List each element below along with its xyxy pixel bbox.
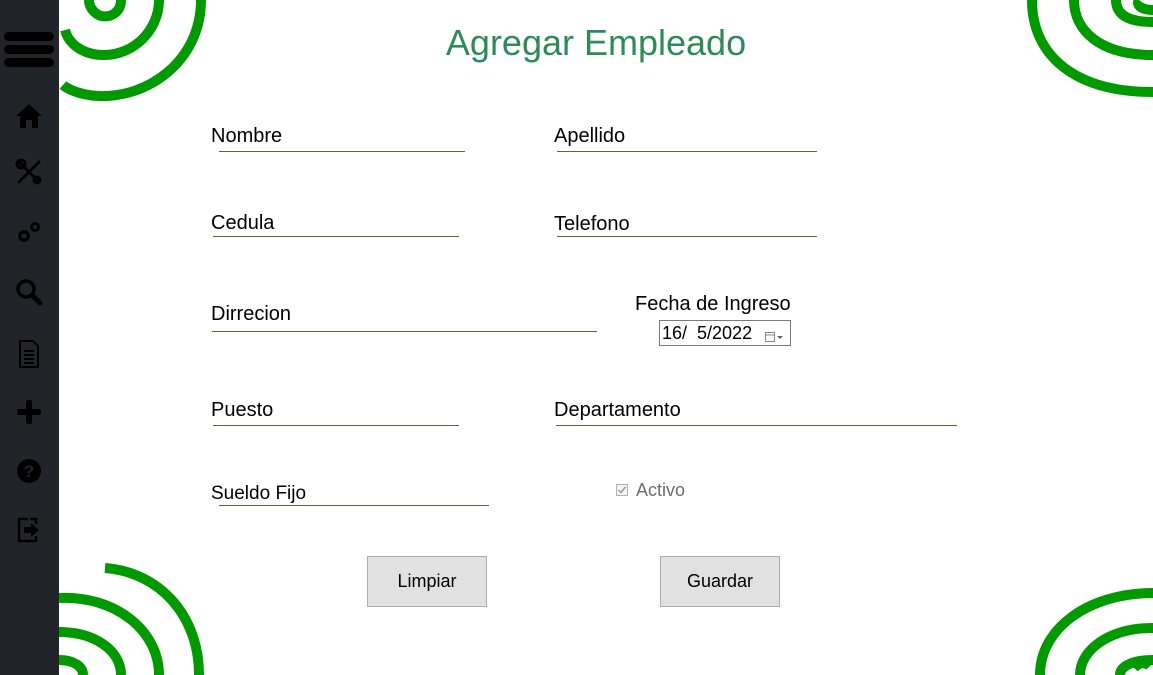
help-icon[interactable]: ? <box>10 453 48 489</box>
direccion-input[interactable] <box>212 331 597 332</box>
activo-checkbox[interactable] <box>616 484 628 496</box>
spiral-decoration-top-right <box>1027 0 1153 97</box>
departamento-label: Departamento <box>554 399 681 421</box>
nombre-input[interactable] <box>219 151 465 152</box>
apellido-label: Apellido <box>554 125 626 147</box>
spiral-decoration-top-left <box>59 0 206 102</box>
direccion-label: Dirrecion <box>211 303 292 325</box>
fecha-ingreso-value: 16/ 5/2022 <box>662 322 753 343</box>
departamento-input[interactable] <box>556 425 957 426</box>
cedula-label: Cedula <box>211 212 275 234</box>
puesto-input[interactable] <box>213 425 459 426</box>
telefono-input[interactable] <box>557 236 817 237</box>
gears-icon[interactable] <box>10 214 48 250</box>
guardar-button[interactable]: Guardar <box>660 556 780 607</box>
logout-icon[interactable] <box>10 512 48 548</box>
menu-icon[interactable] <box>2 32 56 68</box>
search-icon[interactable] <box>10 274 48 310</box>
activo-label: Activo <box>636 480 686 500</box>
home-icon[interactable] <box>10 98 48 134</box>
puesto-label: Puesto <box>211 399 274 421</box>
fecha-ingreso-label: Fecha de Ingreso <box>635 293 791 315</box>
apellido-input[interactable] <box>557 151 817 152</box>
sidebar: ? <box>0 0 59 675</box>
spiral-decoration-bottom-right <box>1035 588 1153 675</box>
nombre-label: Nombre <box>211 125 283 147</box>
sueldo-fijo-input[interactable] <box>219 505 489 506</box>
spiral-decoration-bottom-left <box>59 563 204 675</box>
page-title: Agregar Empleado <box>445 22 747 63</box>
cedula-input[interactable] <box>213 236 459 237</box>
tools-icon[interactable] <box>10 154 48 190</box>
telefono-label: Telefono <box>554 213 630 235</box>
svg-text:?: ? <box>24 462 34 481</box>
plus-icon[interactable] <box>10 394 48 430</box>
fecha-ingreso-picker[interactable]: 16/ 5/2022 <box>659 320 791 346</box>
limpiar-button[interactable]: Limpiar <box>367 556 487 607</box>
sueldo-fijo-label: Sueldo Fijo <box>211 483 307 504</box>
document-icon[interactable] <box>10 336 48 372</box>
calendar-dropdown-icon[interactable] <box>764 327 784 348</box>
